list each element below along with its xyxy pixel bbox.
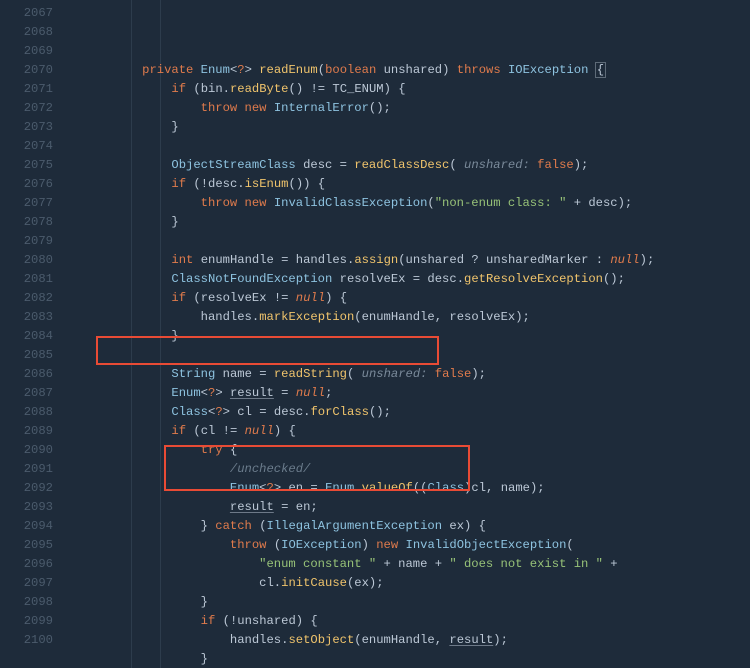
line-number: 2086 [0, 365, 53, 384]
code-area[interactable]: private Enum<?> readEnum(boolean unshare… [61, 0, 750, 668]
line-number: 2068 [0, 23, 53, 42]
line-number: 2070 [0, 61, 53, 80]
code-line[interactable]: Enum<?> en = Enum.valueOf((Class)cl, nam… [69, 479, 750, 498]
line-number: 2075 [0, 156, 53, 175]
code-line[interactable]: handles.markException(enumHandle, resolv… [69, 308, 750, 327]
line-number: 2083 [0, 308, 53, 327]
code-line[interactable]: } [69, 118, 750, 137]
line-number: 2087 [0, 384, 53, 403]
code-line[interactable]: throw (IOException) new InvalidObjectExc… [69, 536, 750, 555]
code-line[interactable]: throw new InternalError(); [69, 99, 750, 118]
line-number: 2090 [0, 441, 53, 460]
code-line[interactable]: } [69, 327, 750, 346]
line-number: 2096 [0, 555, 53, 574]
code-line[interactable]: cl.initCause(ex); [69, 574, 750, 593]
line-number: 2100 [0, 631, 53, 650]
code-line[interactable]: } [69, 650, 750, 668]
code-line[interactable]: handles.setObject(enumHandle, result); [69, 631, 750, 650]
code-line[interactable]: Class<?> cl = desc.forClass(); [69, 403, 750, 422]
line-number: 2069 [0, 42, 53, 61]
code-line[interactable]: } [69, 213, 750, 232]
line-number: 2092 [0, 479, 53, 498]
code-line[interactable]: int enumHandle = handles.assign(unshared… [69, 251, 750, 270]
code-line[interactable]: if (resolveEx != null) { [69, 289, 750, 308]
line-number: 2067 [0, 4, 53, 23]
code-line[interactable]: if (!unshared) { [69, 612, 750, 631]
code-line[interactable]: Enum<?> result = null; [69, 384, 750, 403]
code-line[interactable]: String name = readString( unshared: fals… [69, 365, 750, 384]
code-line[interactable] [69, 232, 750, 251]
line-number: 2094 [0, 517, 53, 536]
line-number: 2097 [0, 574, 53, 593]
code-line[interactable]: ClassNotFoundException resolveEx = desc.… [69, 270, 750, 289]
line-number: 2079 [0, 232, 53, 251]
code-line[interactable]: if (cl != null) { [69, 422, 750, 441]
code-editor[interactable]: 2067206820692070207120722073207420752076… [0, 0, 750, 668]
line-number: 2074 [0, 137, 53, 156]
line-number: 2084 [0, 327, 53, 346]
code-line[interactable]: if (!desc.isEnum()) { [69, 175, 750, 194]
line-number: 2073 [0, 118, 53, 137]
line-number: 2082 [0, 289, 53, 308]
line-number: 2081 [0, 270, 53, 289]
code-line[interactable]: "enum constant " + name + " does not exi… [69, 555, 750, 574]
line-number: 2089 [0, 422, 53, 441]
code-line[interactable]: /unchecked/ [69, 460, 750, 479]
line-number: 2098 [0, 593, 53, 612]
line-number-gutter: 2067206820692070207120722073207420752076… [0, 0, 61, 668]
code-line[interactable] [69, 346, 750, 365]
line-number: 2085 [0, 346, 53, 365]
line-number: 2093 [0, 498, 53, 517]
line-number: 2076 [0, 175, 53, 194]
line-number: 2099 [0, 612, 53, 631]
line-number: 2088 [0, 403, 53, 422]
code-line[interactable]: if (bin.readByte() != TC_ENUM) { [69, 80, 750, 99]
line-number: 2095 [0, 536, 53, 555]
line-number: 2077 [0, 194, 53, 213]
line-number: 2071 [0, 80, 53, 99]
code-line[interactable]: try { [69, 441, 750, 460]
code-line[interactable]: throw new InvalidClassException("non-enu… [69, 194, 750, 213]
line-number: 2072 [0, 99, 53, 118]
code-line[interactable]: private Enum<?> readEnum(boolean unshare… [69, 61, 750, 80]
code-line[interactable]: result = en; [69, 498, 750, 517]
line-number: 2091 [0, 460, 53, 479]
line-number: 2080 [0, 251, 53, 270]
code-line[interactable] [69, 137, 750, 156]
code-line[interactable]: } [69, 593, 750, 612]
code-line[interactable]: ObjectStreamClass desc = readClassDesc( … [69, 156, 750, 175]
line-number: 2078 [0, 213, 53, 232]
code-line[interactable]: } catch (IllegalArgumentException ex) { [69, 517, 750, 536]
